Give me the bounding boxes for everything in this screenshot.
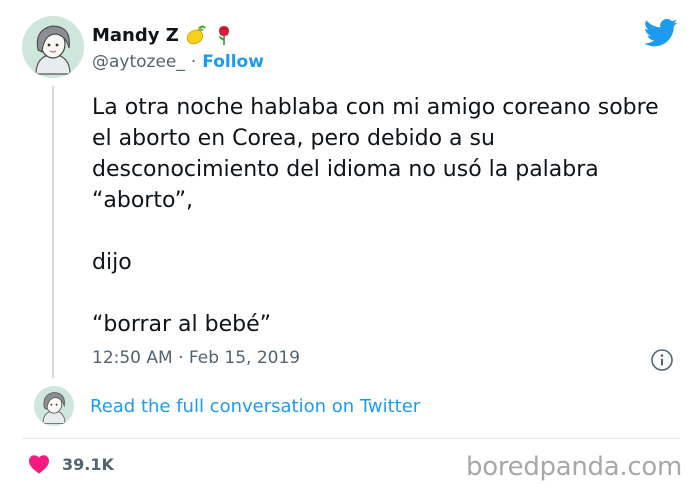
rose-emoji-icon: [213, 24, 235, 46]
footer-divider: [22, 438, 680, 439]
read-full-conversation-link[interactable]: Read the full conversation on Twitter: [90, 396, 420, 417]
thread-connector-line: [52, 86, 54, 378]
boredpanda-watermark: boredpanda.com: [466, 452, 682, 482]
like-button[interactable]: 39.1K: [28, 454, 114, 474]
author-name-row[interactable]: Mandy Z: [92, 22, 235, 48]
lemon-emoji-icon: [185, 24, 207, 46]
heart-icon[interactable]: [28, 454, 50, 474]
avatar-illustration: [22, 16, 84, 78]
author-avatar[interactable]: [22, 16, 84, 78]
tweet-paragraph: La otra noche hablaba con mi amigo corea…: [92, 95, 659, 213]
tweet-paragraph: dijo: [92, 250, 132, 275]
like-count: 39.1K: [62, 454, 114, 474]
tweet-text: La otra noche hablaba con mi amigo corea…: [92, 92, 682, 340]
tweet-timestamp[interactable]: 12:50 AM · Feb 15, 2019: [92, 348, 300, 368]
conversation-avatar[interactable]: [34, 386, 74, 426]
embedded-tweet-card: Mandy Z @aytozee_ · Follow La otra noche…: [0, 0, 700, 492]
handle-separator: ·: [190, 52, 197, 72]
author-handle[interactable]: @aytozee_: [92, 52, 185, 72]
info-icon[interactable]: [650, 348, 674, 372]
follow-button[interactable]: Follow: [202, 52, 264, 72]
author-handle-row: @aytozee_ · Follow: [92, 50, 264, 74]
avatar-illustration: [34, 386, 74, 426]
author-display-name[interactable]: Mandy Z: [92, 25, 179, 46]
twitter-bird-icon[interactable]: [644, 18, 678, 48]
tweet-paragraph: “borrar al bebé”: [92, 312, 272, 337]
